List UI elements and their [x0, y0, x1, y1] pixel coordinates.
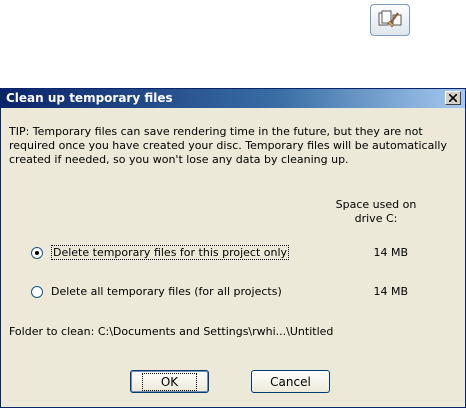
close-icon: [448, 89, 458, 108]
cancel-button[interactable]: Cancel: [251, 370, 330, 393]
cleanup-tool-button[interactable]: [370, 4, 410, 36]
ok-button[interactable]: OK: [130, 370, 209, 393]
size-all-projects: 14 MB: [373, 285, 408, 298]
cleanup-dialog: Clean up temporary files TIP: Temporary …: [0, 88, 466, 408]
dialog-title: Clean up temporary files: [6, 91, 173, 105]
cleanup-files-icon: [377, 9, 403, 32]
tip-text: TIP: Temporary files can save rendering …: [9, 125, 447, 166]
dialog-title-bar: Clean up temporary files: [1, 89, 465, 108]
option-project-only[interactable]: Delete temporary files for this project …: [31, 245, 290, 260]
option-all-projects-label[interactable]: Delete all temporary files (for all proj…: [51, 285, 282, 298]
radio-all-projects[interactable]: [31, 285, 43, 298]
space-header-line1: Space used on: [335, 198, 417, 211]
option-project-only-label[interactable]: Delete temporary files for this project …: [51, 245, 290, 260]
option-all-projects[interactable]: Delete all temporary files (for all proj…: [31, 285, 282, 298]
size-project-only: 14 MB: [373, 246, 408, 259]
radio-project-only[interactable]: [31, 246, 43, 259]
space-header-line2: drive C:: [354, 212, 398, 225]
folder-to-clean: Folder to clean: C:\Documents and Settin…: [9, 325, 334, 338]
space-used-header: Space used on drive C:: [331, 198, 421, 226]
cancel-button-label: Cancel: [270, 374, 311, 389]
close-button[interactable]: [445, 91, 461, 105]
ok-button-label: OK: [141, 372, 198, 391]
